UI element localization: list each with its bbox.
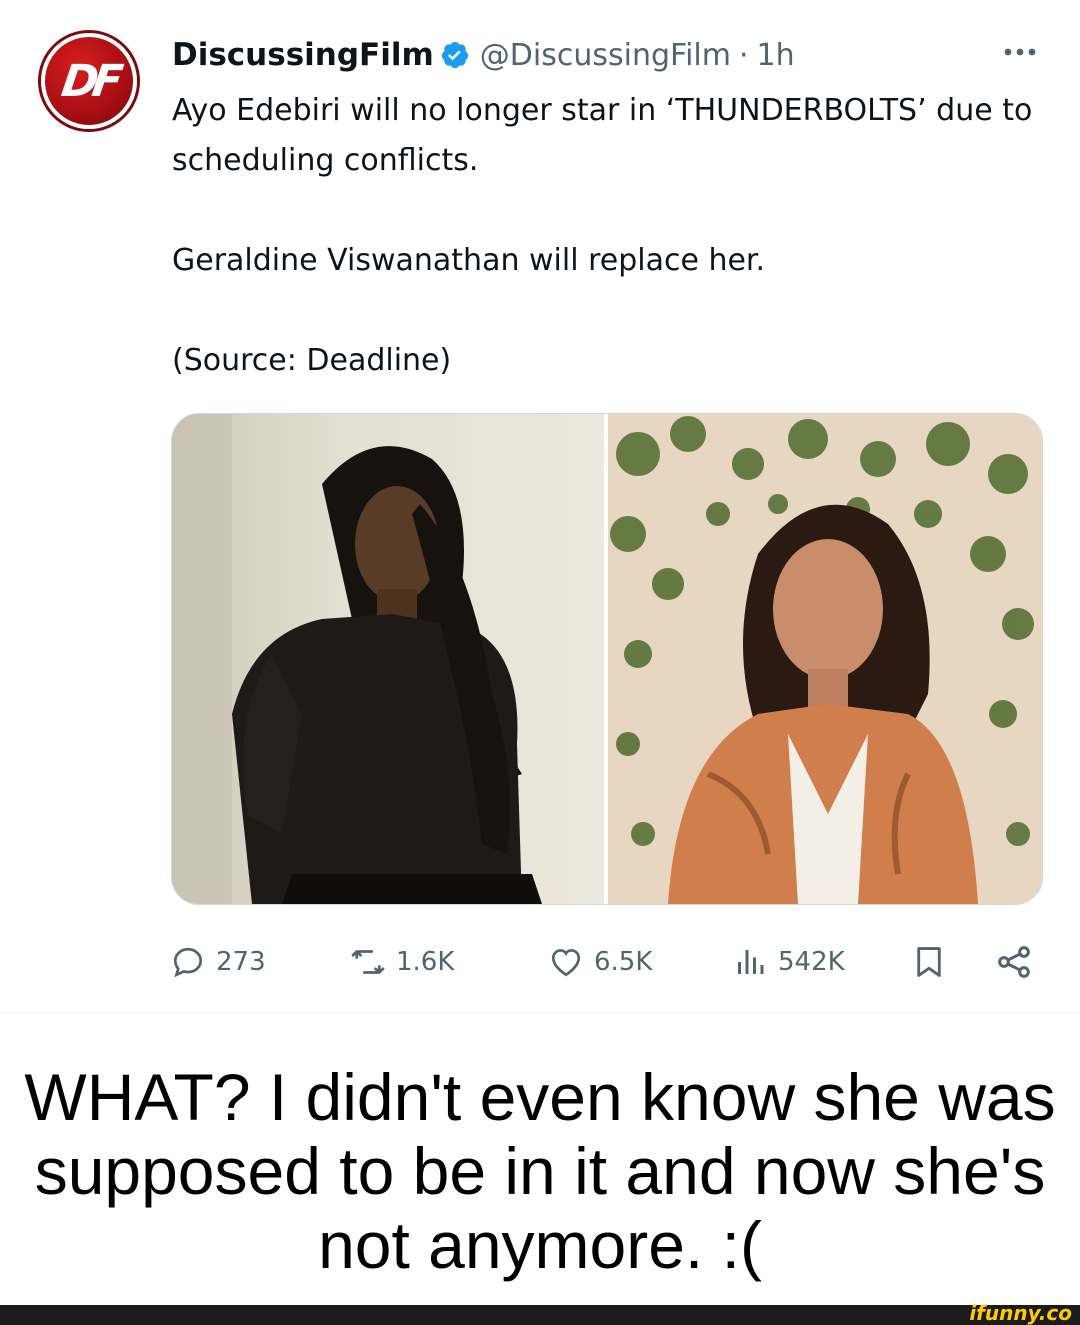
views-count: 542K (778, 947, 845, 977)
header-separator: · (738, 37, 749, 73)
share-button[interactable] (994, 938, 1044, 986)
tweet-text: Ayo Edebiri will no longer star in ‘THUN… (172, 86, 1052, 386)
tweet-paragraph: (Source: Deadline) (172, 343, 452, 378)
tweet-paragraph: Ayo Edebiri will no longer star in ‘THUN… (172, 93, 1033, 178)
photo-portrait-icon (172, 414, 542, 904)
photo-right[interactable] (608, 414, 1042, 904)
reply-button[interactable]: 273 (170, 938, 266, 986)
reply-icon (173, 947, 203, 978)
display-name[interactable]: DiscussingFilm (172, 37, 434, 73)
views-button[interactable]: 542K (732, 938, 845, 986)
timestamp[interactable]: 1h (757, 38, 795, 73)
tweet-card: DF DiscussingFilm @DiscussingFilm · 1h A… (0, 0, 1080, 1012)
meme-caption: WHAT? I didn't even know she was suppose… (24, 1060, 1056, 1282)
repost-icon (351, 950, 385, 974)
avatar[interactable]: DF (41, 33, 137, 129)
like-count: 6.5K (594, 947, 653, 977)
more-icon[interactable] (1000, 40, 1040, 64)
like-button[interactable]: 6.5K (548, 938, 652, 986)
repost-button[interactable]: 1.6K (350, 938, 454, 986)
tweet-paragraph: Geraldine Viswanathan will replace her. (172, 243, 766, 278)
handle[interactable]: @DiscussingFilm (480, 38, 731, 73)
bookmark-button[interactable] (910, 938, 958, 986)
bookmark-icon (917, 947, 941, 977)
divider (0, 1012, 1080, 1013)
footer-bar: ifunny.co (0, 1301, 1080, 1325)
watermark-logo: ifunny.co (969, 1301, 1072, 1325)
repost-count: 1.6K (396, 947, 455, 977)
tweet-media (171, 413, 1043, 905)
views-icon (738, 950, 764, 974)
photo-left[interactable] (172, 414, 604, 904)
share-icon (998, 946, 1030, 978)
like-icon (551, 949, 581, 977)
tweet-actions: 273 1.6K 6.5K 542K (170, 938, 1050, 986)
tweet-header: DiscussingFilm @DiscussingFilm · 1h (172, 34, 795, 76)
photo-portrait-icon (608, 414, 1042, 904)
avatar-logo: DF (58, 55, 120, 107)
reply-count: 273 (216, 947, 266, 977)
verified-icon (441, 41, 468, 69)
